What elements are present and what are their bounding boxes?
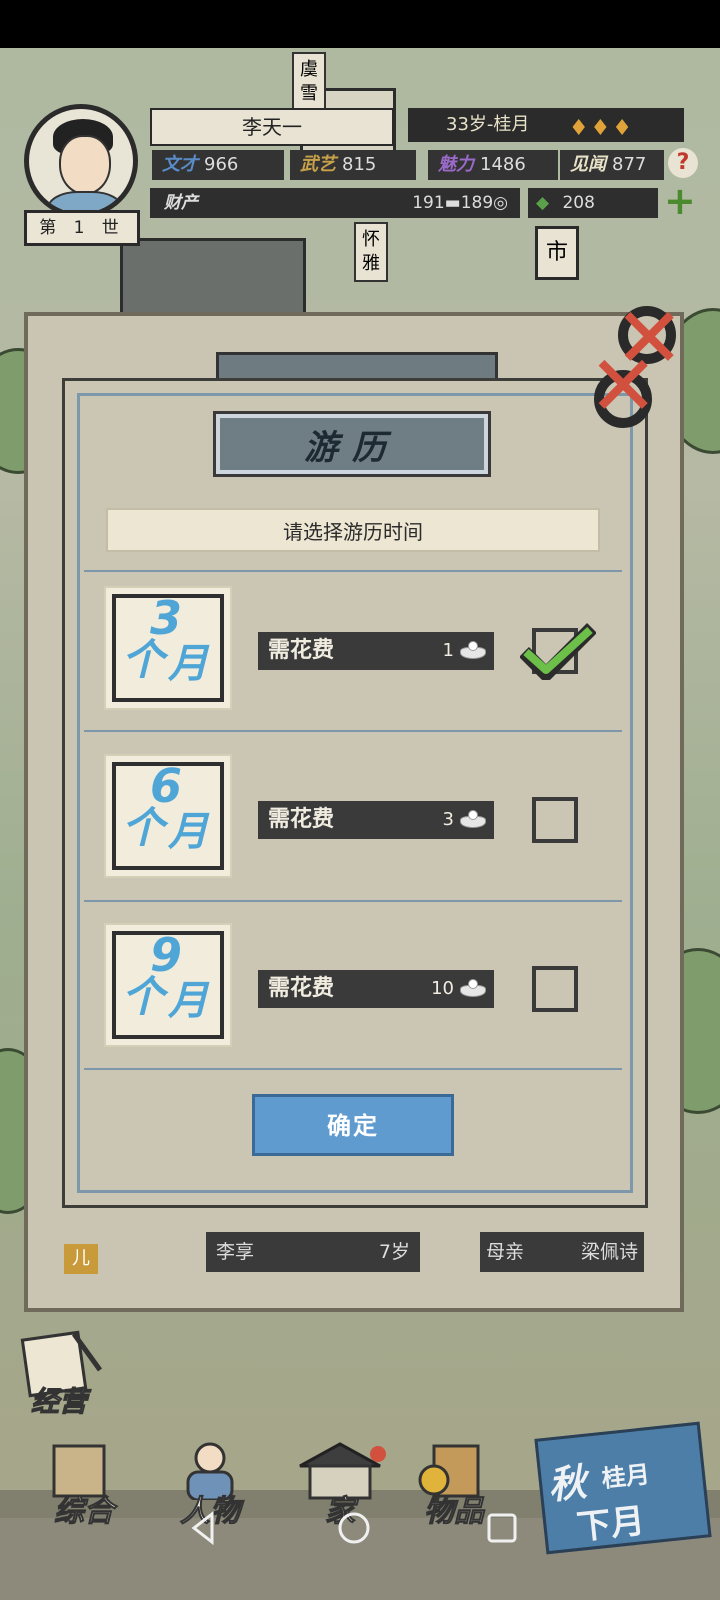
cost-amount: 3 xyxy=(442,809,454,830)
child-name: 李享 xyxy=(216,1241,255,1263)
stat-value: 966 xyxy=(204,154,239,175)
silver-ingot-icon: ▬ xyxy=(444,193,461,213)
dialog-title: 游历 xyxy=(213,411,491,477)
dialog-subtitle: 请选择游历时间 xyxy=(106,508,600,552)
age-month-bar: 33岁-桂月 ♦♦♦ xyxy=(408,108,684,142)
divider xyxy=(84,900,622,902)
back-nav-icon[interactable] xyxy=(186,1510,222,1546)
npc-tag-huaiya[interactable]: 怀雅 xyxy=(354,222,388,282)
stat-value: 877 xyxy=(612,154,647,175)
duration-checkbox-6[interactable] xyxy=(532,797,578,843)
cost-label: 需花费 xyxy=(268,976,335,1001)
player-avatar[interactable] xyxy=(24,104,138,218)
duration-card-3[interactable]: 3 个 月 xyxy=(104,586,232,710)
next-month-label: 下月 xyxy=(574,1501,647,1548)
cost-bar: 需花费 10 xyxy=(258,970,494,1008)
cost-label: 需花费 xyxy=(268,807,335,832)
duration-unit-yue: 月 xyxy=(168,978,208,1024)
mother-name: 梁佩诗 xyxy=(580,1241,638,1263)
cost-label: 需花费 xyxy=(268,638,335,663)
stat-jianwen: 见闻 877 xyxy=(560,150,664,180)
cost-amount: 10 xyxy=(431,978,454,999)
nav-general[interactable]: 综合 xyxy=(34,1440,134,1530)
stat-label: 武艺 xyxy=(300,154,336,175)
home-nav-icon[interactable] xyxy=(336,1510,372,1546)
silver-ingot-icon xyxy=(460,641,486,659)
close-button[interactable]: ✕ ✕ xyxy=(584,296,692,435)
help-icon[interactable]: ? xyxy=(668,148,698,178)
child-age: 7岁 xyxy=(378,1241,410,1263)
jade-amount: 208 xyxy=(562,193,595,213)
stat-value: 1486 xyxy=(480,154,526,175)
duration-card-6[interactable]: 6 个 月 xyxy=(104,754,232,878)
cost-bar: 需花费 1 xyxy=(258,632,494,670)
mother-label: 母亲 xyxy=(486,1241,525,1263)
month-label: 桂月 xyxy=(600,1460,652,1494)
duration-card-9[interactable]: 9 个 月 xyxy=(104,923,232,1047)
stat-label: 见闻 xyxy=(570,154,606,175)
mother-row[interactable]: 母亲 梁佩诗 xyxy=(480,1232,644,1272)
generation-label: 第 1 世 xyxy=(24,210,140,246)
status-bar xyxy=(0,0,720,48)
cost-bar: 需花费 3 xyxy=(258,801,494,839)
recents-nav-icon[interactable] xyxy=(484,1510,520,1546)
age-month-text: 33岁-桂月 xyxy=(446,114,530,135)
stat-label: 文才 xyxy=(162,154,198,175)
duration-unit-ge: 个 xyxy=(122,635,165,684)
divider xyxy=(84,570,622,572)
next-month-button[interactable]: 秋 桂月 下月 xyxy=(534,1421,712,1555)
manage-label: 经营 xyxy=(30,1385,87,1419)
checkmark-icon xyxy=(520,623,596,680)
npc-tag-yuxue[interactable]: 虞雪 xyxy=(292,52,326,112)
stat-label: 魅力 xyxy=(438,154,474,175)
jade-bar: ◆ 208 xyxy=(528,188,658,218)
duration-unit-yue: 月 xyxy=(168,641,208,687)
silver-ingot-icon xyxy=(460,810,486,828)
stat-meili: 魅力 1486 xyxy=(428,150,558,180)
jade-icon: ◆ xyxy=(536,193,550,213)
wealth-values: 191▬189◎ xyxy=(412,188,508,218)
add-icon[interactable]: + xyxy=(664,182,696,220)
lantern-icon: ♦♦♦ xyxy=(568,116,634,141)
wealth-bar: 财产 191▬189◎ xyxy=(150,188,520,218)
divider xyxy=(84,730,622,732)
duration-unit-ge: 个 xyxy=(122,803,165,852)
child-row[interactable]: 李享 7岁 xyxy=(206,1232,420,1272)
silver-ingot-icon xyxy=(460,979,486,997)
divider xyxy=(84,1068,622,1070)
stat-value: 815 xyxy=(342,154,377,175)
manage-button[interactable]: 经营 xyxy=(14,1330,104,1420)
wealth-label: 财产 xyxy=(164,193,198,213)
duration-unit-yue: 月 xyxy=(168,809,208,855)
duration-unit-ge: 个 xyxy=(122,972,165,1021)
market-button[interactable]: 市 xyxy=(535,226,579,280)
player-name: 李天一 xyxy=(150,108,394,146)
child-badge: 儿 xyxy=(64,1244,98,1274)
stat-wuyi: 武艺 815 xyxy=(290,150,416,180)
coin-icon: ◎ xyxy=(493,193,508,213)
silver-amount: 191 xyxy=(412,193,445,213)
coin-amount: 189 xyxy=(460,193,494,213)
duration-checkbox-9[interactable] xyxy=(532,966,578,1012)
stat-wencai: 文才 966 xyxy=(152,150,284,180)
nav-label: 综合 xyxy=(54,1494,115,1530)
close-icon: ✕ xyxy=(588,337,659,435)
confirm-button[interactable]: 确定 xyxy=(252,1094,454,1156)
cost-amount: 1 xyxy=(442,640,454,661)
